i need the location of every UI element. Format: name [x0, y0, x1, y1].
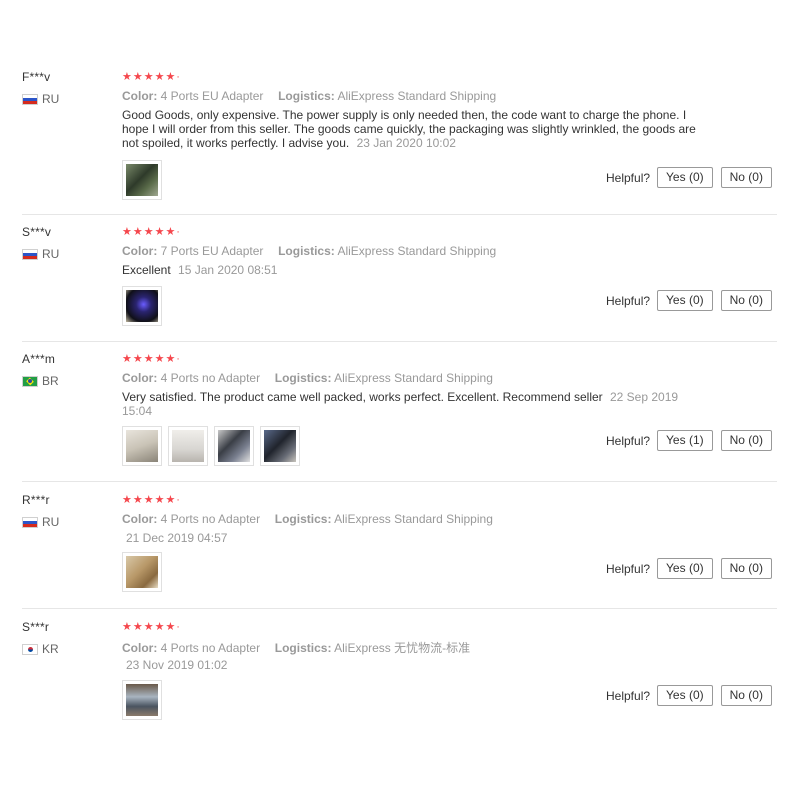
helpful-yes-button[interactable]: Yes (1) — [657, 430, 713, 451]
review-text: Excellent 15 Jan 2020 08:51 — [122, 263, 702, 277]
russia-flag-icon — [22, 93, 38, 105]
star-rating: ★★★★★· — [122, 621, 181, 633]
divider — [22, 214, 777, 215]
logistics-label: Logistics: — [278, 244, 335, 258]
helpful-vote: Helpful? Yes (1) No (0) — [606, 430, 772, 451]
logistics-label: Logistics: — [274, 371, 332, 385]
review-photo[interactable] — [260, 426, 300, 466]
color-label: Color: — [122, 512, 158, 526]
country-code: RU — [42, 92, 60, 106]
star-rating: ★★★★★· — [122, 226, 181, 238]
helpful-label: Helpful? — [606, 433, 651, 448]
review-body: Excellent — [122, 263, 171, 277]
helpful-yes-button[interactable]: Yes (0) — [657, 167, 713, 188]
review-text: Very satisfied. The product came well pa… — [122, 390, 702, 418]
logistics-label: Logistics: — [278, 89, 335, 103]
review-photo[interactable] — [168, 426, 208, 466]
helpful-yes-button[interactable]: Yes (0) — [657, 558, 713, 579]
color-value: 7 Ports EU Adapter — [160, 244, 264, 258]
helpful-vote: Helpful? Yes (0) No (0) — [606, 685, 772, 706]
divider — [22, 608, 777, 609]
reviewer-name: R***r — [22, 493, 50, 507]
review-photos — [122, 286, 162, 326]
review-photo[interactable] — [122, 680, 162, 720]
helpful-no-button[interactable]: No (0) — [720, 430, 772, 451]
review-photos — [122, 160, 162, 200]
logistics-label: Logistics: — [274, 641, 332, 655]
color-value: 4 Ports EU Adapter — [160, 89, 264, 103]
logistics-label: Logistics: — [274, 512, 332, 526]
logistics-value: AliExpress Standard Shipping — [334, 512, 493, 526]
divider — [22, 341, 777, 342]
review-text: Good Goods, only expensive. The power su… — [122, 108, 702, 150]
helpful-no-button[interactable]: No (0) — [720, 290, 772, 311]
review-photos — [122, 680, 162, 720]
review-text: 23 Nov 2019 01:02 — [122, 658, 702, 672]
logistics-value: AliExpress Standard Shipping — [334, 371, 493, 385]
color-value: 4 Ports no Adapter — [160, 371, 261, 385]
reviewer-country: RU — [22, 92, 59, 106]
review-photo[interactable] — [122, 552, 162, 592]
review-date: 23 Jan 2020 10:02 — [356, 136, 456, 150]
country-code: RU — [42, 515, 60, 529]
reviewer-name: S***r — [22, 620, 50, 634]
helpful-no-button[interactable]: No (0) — [720, 558, 772, 579]
reviewer-name: S***v — [22, 225, 52, 239]
logistics-value: AliExpress 无忧物流-标准 — [334, 641, 471, 655]
country-code: BR — [42, 374, 59, 388]
color-label: Color: — [122, 89, 158, 103]
review-text: 21 Dec 2019 04:57 — [122, 531, 702, 545]
divider — [22, 481, 777, 482]
color-label: Color: — [122, 371, 158, 385]
review-photo[interactable] — [122, 160, 162, 200]
color-value: 4 Ports no Adapter — [160, 641, 261, 655]
review-photos — [122, 426, 300, 466]
review-date: 21 Dec 2019 04:57 — [126, 531, 228, 545]
review-meta: Color: 4 Ports no Adapter Logistics: Ali… — [122, 512, 493, 526]
review-meta: Color: 4 Ports no Adapter Logistics: Ali… — [122, 371, 493, 385]
helpful-vote: Helpful? Yes (0) No (0) — [606, 558, 772, 579]
korea-flag-icon — [22, 643, 38, 655]
review-body: Very satisfied. The product came well pa… — [122, 390, 603, 404]
helpful-label: Helpful? — [606, 688, 651, 703]
helpful-label: Helpful? — [606, 293, 651, 308]
helpful-vote: Helpful? Yes (0) No (0) — [606, 167, 772, 188]
star-rating: ★★★★★· — [122, 71, 181, 83]
review-meta: Color: 4 Ports no Adapter Logistics: Ali… — [122, 639, 470, 656]
helpful-no-button[interactable]: No (0) — [720, 685, 772, 706]
reviewer-country: RU — [22, 515, 59, 529]
helpful-label: Helpful? — [606, 170, 651, 185]
review-meta: Color: 7 Ports EU Adapter Logistics: Ali… — [122, 244, 496, 258]
russia-flag-icon — [22, 248, 38, 260]
review-meta: Color: 4 Ports EU Adapter Logistics: Ali… — [122, 89, 496, 103]
star-rating: ★★★★★· — [122, 494, 181, 506]
reviewer-country: BR — [22, 374, 59, 388]
reviewer-country: KR — [22, 642, 59, 656]
logistics-value: AliExpress Standard Shipping — [337, 244, 497, 258]
helpful-no-button[interactable]: No (0) — [720, 167, 772, 188]
helpful-label: Helpful? — [606, 561, 651, 576]
star-rating: ★★★★★· — [122, 353, 181, 365]
helpful-vote: Helpful? Yes (0) No (0) — [606, 290, 772, 311]
color-label: Color: — [122, 641, 158, 655]
helpful-yes-button[interactable]: Yes (0) — [657, 290, 713, 311]
reviewer-name: F***v — [22, 70, 51, 84]
reviewer-country: RU — [22, 247, 59, 261]
brazil-flag-icon — [22, 375, 38, 387]
review-photos — [122, 552, 162, 592]
russia-flag-icon — [22, 516, 38, 528]
review-photo[interactable] — [122, 286, 162, 326]
country-code: KR — [42, 642, 59, 656]
color-label: Color: — [122, 244, 158, 258]
review-photo[interactable] — [214, 426, 254, 466]
review-date: 15 Jan 2020 08:51 — [178, 263, 278, 277]
country-code: RU — [42, 247, 60, 261]
review-photo[interactable] — [122, 426, 162, 466]
review-date: 23 Nov 2019 01:02 — [126, 658, 228, 672]
logistics-value: AliExpress Standard Shipping — [337, 89, 497, 103]
color-value: 4 Ports no Adapter — [160, 512, 261, 526]
helpful-yes-button[interactable]: Yes (0) — [657, 685, 713, 706]
reviewer-name: A***m — [22, 352, 56, 366]
